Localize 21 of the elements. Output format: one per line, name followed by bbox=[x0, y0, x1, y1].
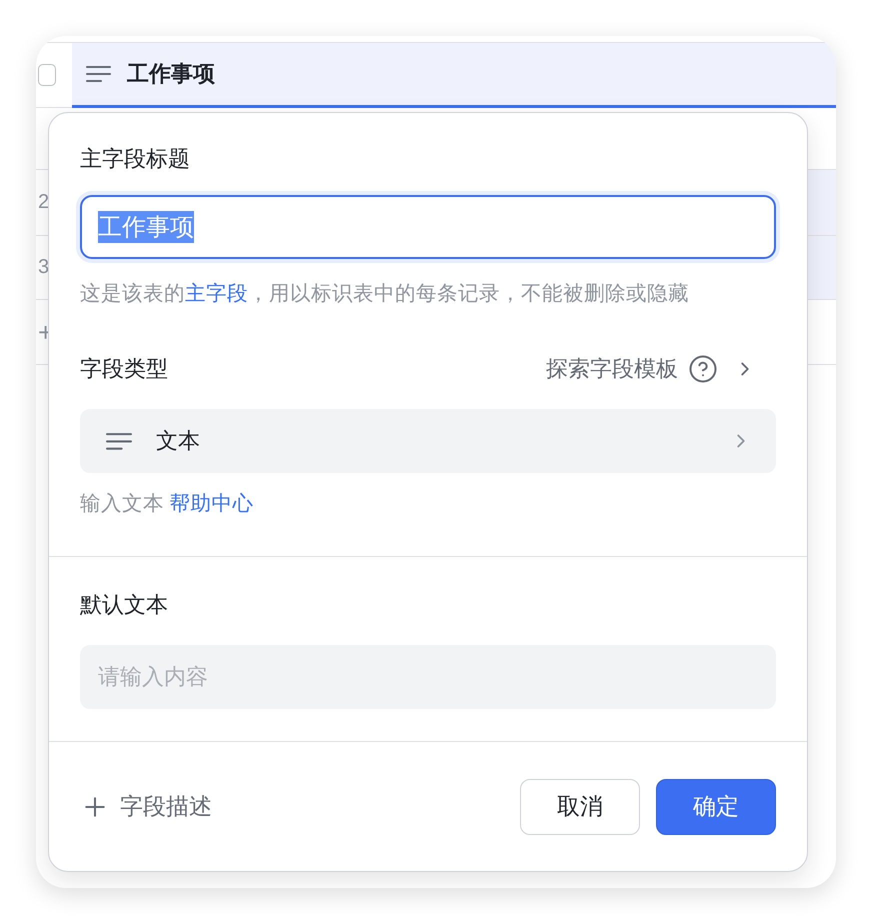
confirm-button[interactable]: 确定 bbox=[656, 778, 776, 834]
add-description-button[interactable]: 字段描述 bbox=[80, 791, 212, 822]
help-icon bbox=[688, 354, 718, 384]
primary-field-link[interactable]: 主字段 bbox=[185, 282, 248, 305]
help-center-link[interactable]: 帮助中心 bbox=[170, 492, 254, 515]
checkbox[interactable] bbox=[38, 64, 56, 86]
default-text-label: 默认文本 bbox=[80, 591, 169, 619]
text-lines-icon bbox=[106, 430, 132, 452]
text-lines-icon bbox=[86, 64, 111, 84]
field-type-select[interactable]: 文本 bbox=[80, 409, 776, 473]
field-title-label: 主字段标题 bbox=[80, 145, 191, 173]
type-hint: 输入文本 帮助中心 bbox=[80, 491, 255, 517]
column-header[interactable]: 工作事项 bbox=[72, 42, 836, 108]
field-type-label: 字段类型 bbox=[80, 355, 168, 383]
row-number: 3 bbox=[38, 256, 50, 279]
cancel-button[interactable]: 取消 bbox=[520, 778, 640, 834]
hint-text: 这是该表的主字段，用以标识表中的每条记录，不能被删除或隐藏 bbox=[80, 281, 690, 307]
column-title: 工作事项 bbox=[127, 60, 215, 88]
default-text-input[interactable]: 请输入内容 bbox=[80, 645, 776, 709]
template-link[interactable]: 探索字段模板 bbox=[546, 354, 776, 384]
row-number: 2 bbox=[38, 191, 50, 214]
